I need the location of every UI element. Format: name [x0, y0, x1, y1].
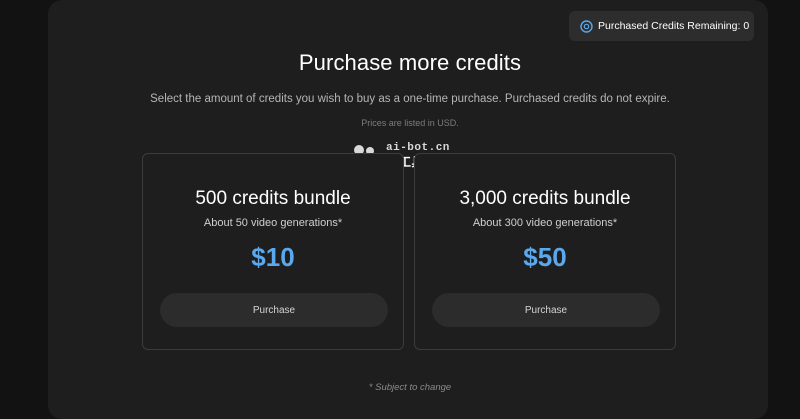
page-title: Purchase more credits: [298, 50, 522, 75]
bundle-card-3000: 3,000 credits bundle About 300 video gen…: [414, 153, 676, 350]
currency-note: Prices are listed in USD.: [361, 118, 459, 128]
bundle-price: $50: [523, 242, 567, 272]
credits-remaining-badge: Purchased Credits Remaining: 0: [569, 11, 754, 41]
bundle-description: About 300 video generations*: [472, 217, 618, 229]
bundle-card-500: 500 credits bundle About 50 video genera…: [142, 153, 404, 350]
purchase-button-500[interactable]: Purchase: [160, 293, 388, 327]
credits-remaining-label: Purchased Credits Remaining: 0: [598, 20, 750, 32]
purchase-button-3000[interactable]: Purchase: [432, 293, 660, 327]
bundle-title: 500 credits bundle: [195, 188, 351, 209]
page-subtitle: Select the amount of credits you wish to…: [150, 93, 670, 105]
credits-icon: [580, 19, 593, 33]
bundle-title: 3,000 credits bundle: [459, 188, 631, 209]
footnote: * Subject to change: [368, 382, 452, 393]
bundle-description: About 50 video generations*: [203, 217, 343, 229]
bundle-price: $10: [251, 242, 295, 272]
